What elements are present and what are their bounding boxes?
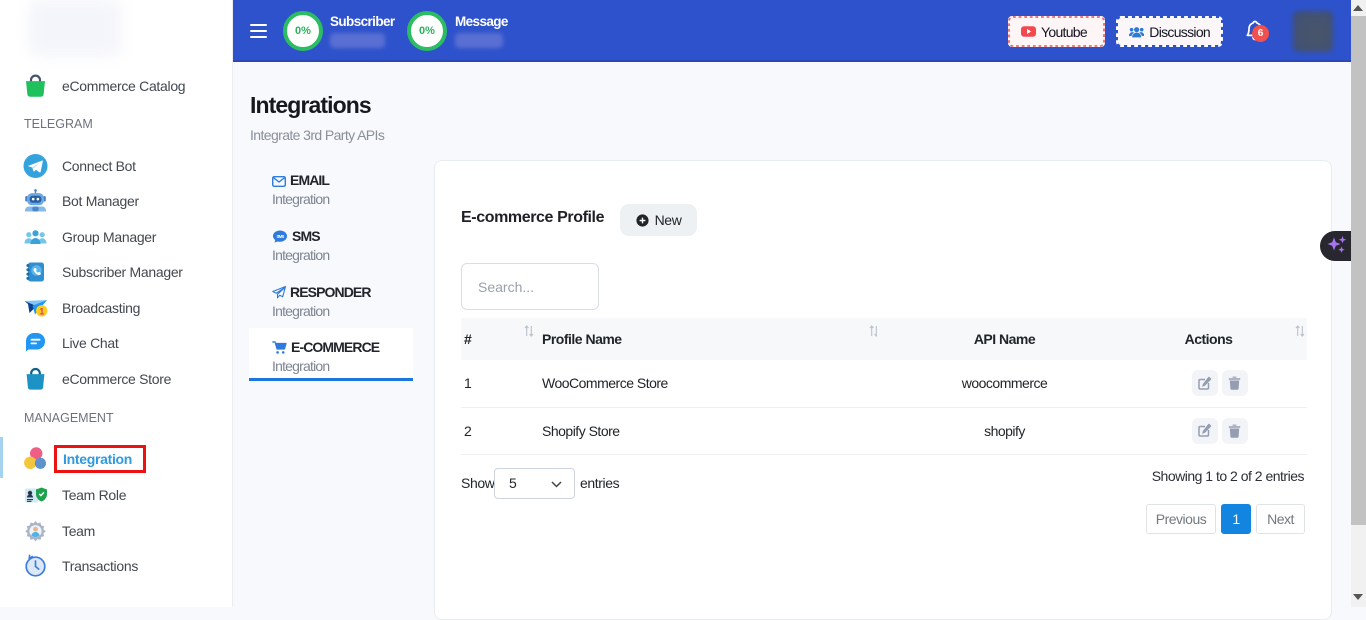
svg-text:SMS: SMS bbox=[277, 234, 285, 239]
svg-text:1: 1 bbox=[39, 306, 44, 316]
